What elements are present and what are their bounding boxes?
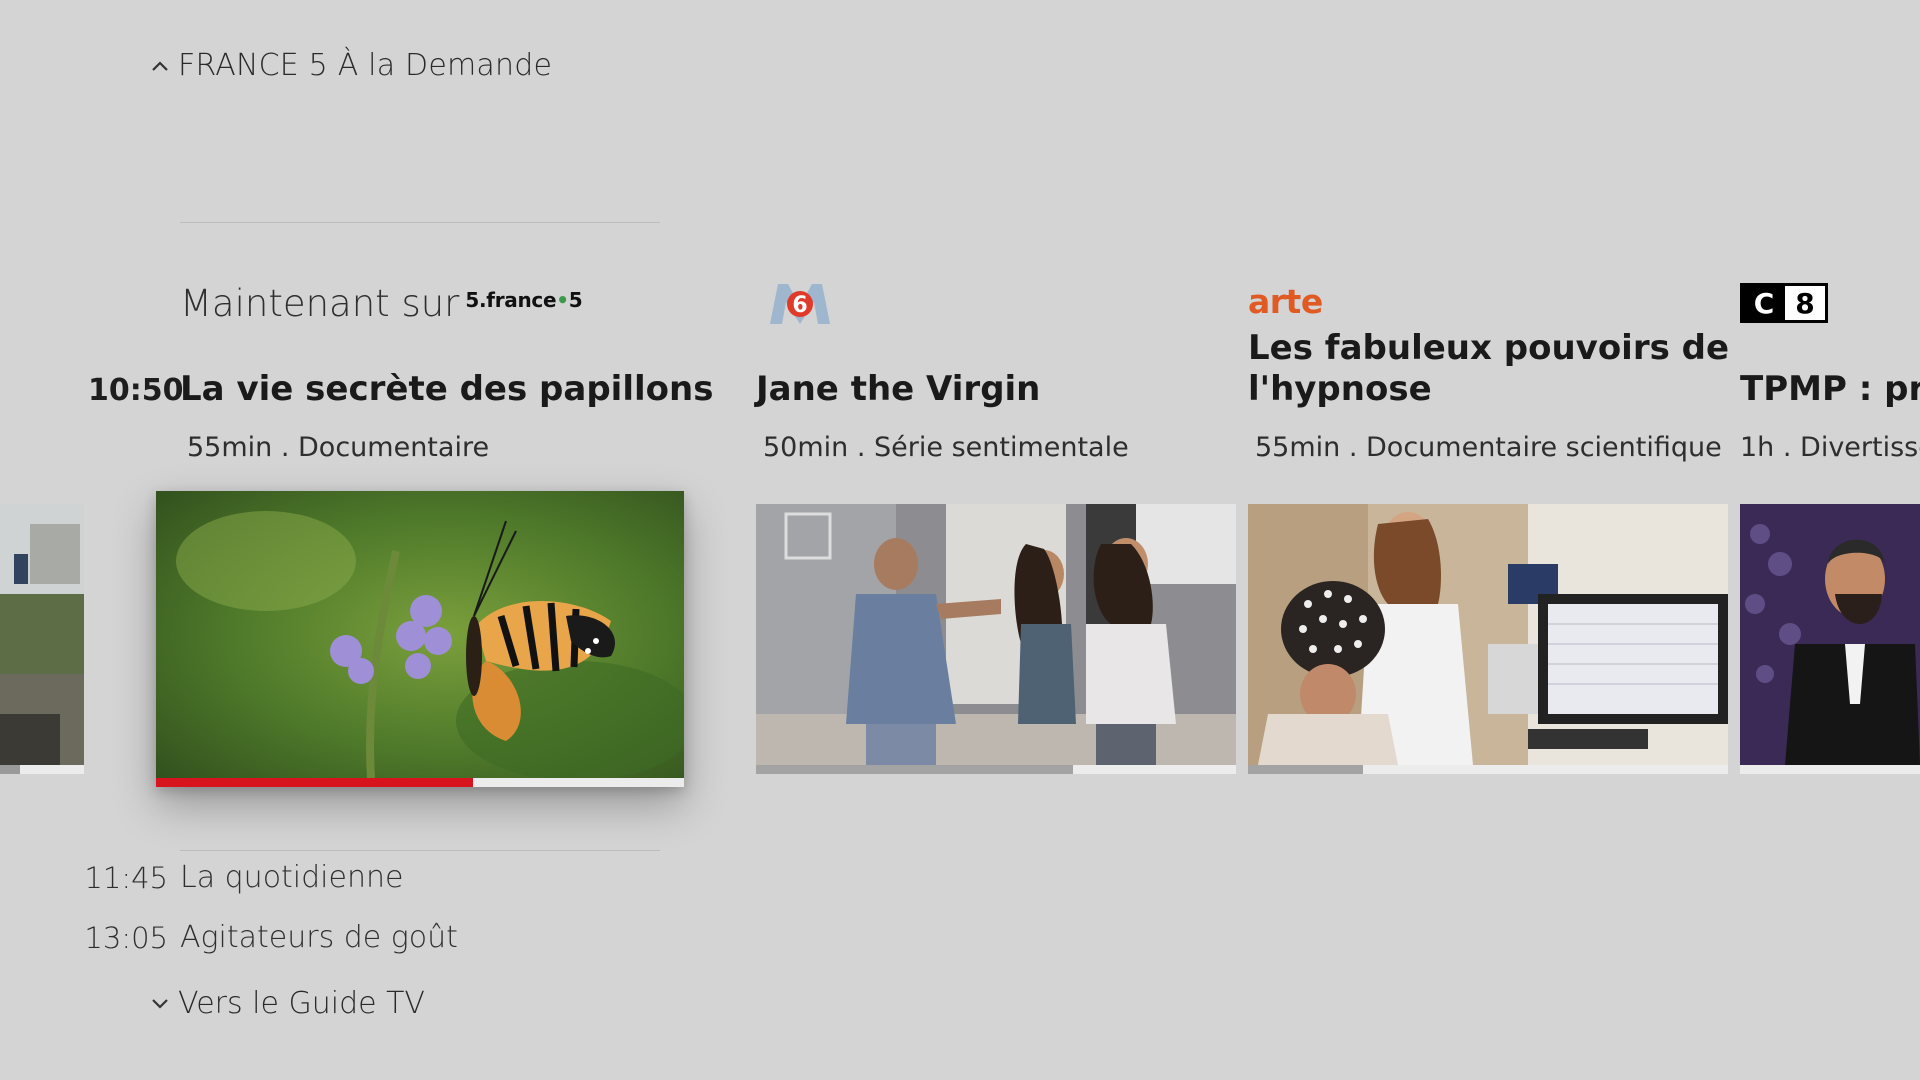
channel-2-progress-fill (1248, 765, 1364, 774)
divider-top (180, 222, 660, 223)
now-on-header: Maintenant sur 5.france•5 (180, 282, 583, 325)
show-host-image (1740, 504, 1920, 765)
schedule-title-2[interactable]: Agitateurs de goût (180, 920, 458, 955)
channel-1-meta: 50min . Série sentimentale (763, 432, 1129, 463)
prev-progress-track (0, 765, 84, 774)
channel-1-progress-fill (756, 765, 1073, 774)
street-scene-image (0, 504, 84, 774)
drama-scene-image (756, 504, 1236, 765)
nav-up-label: FRANCE 5 À la Demande (178, 48, 553, 83)
c8-logo-icon: C8 (1740, 283, 1828, 323)
current-program-card[interactable] (156, 491, 684, 787)
nav-up-replay[interactable]: FRANCE 5 À la Demande (150, 48, 552, 83)
channel-3-thumbnail[interactable] (1740, 504, 1920, 765)
current-meta: 55min . Documentaire (187, 432, 490, 463)
channel-2-meta: 55min . Documentaire scientifique (1255, 432, 1722, 463)
channel-2-title: Les fabuleux pouvoirs de l'hypnose (1248, 328, 1730, 409)
nav-down-label: Vers le Guide TV (178, 986, 425, 1021)
current-progress-fill (156, 778, 473, 787)
channel-1-thumbnail[interactable] (756, 504, 1236, 765)
channel-1-progress-track (756, 765, 1236, 774)
schedule-time-2: 13:05 (84, 921, 168, 955)
chevron-down-icon (152, 998, 168, 1009)
channel-2-progress-track (1248, 765, 1728, 774)
chevron-up-icon (152, 60, 168, 71)
channel-3-progress-track (1740, 765, 1920, 774)
nav-down-guide[interactable]: Vers le Guide TV (150, 986, 425, 1021)
schedule-time-1: 11:45 (84, 861, 168, 895)
m6-logo-icon: 6 (770, 284, 830, 324)
prev-progress-fill (0, 765, 20, 774)
svg-text:6: 6 (792, 293, 807, 318)
france5-logo-icon: 5.france•5 (465, 287, 583, 312)
butterfly-image (156, 491, 684, 778)
schedule-title-1[interactable]: La quotidienne (180, 860, 403, 895)
lab-scene-image (1248, 504, 1728, 765)
channel-3-meta: 1h . Divertisse (1740, 432, 1920, 463)
channel-2-thumbnail[interactable] (1248, 504, 1728, 765)
prev-program-thumbnail[interactable] (0, 504, 84, 774)
channel-1-title: Jane the Virgin (756, 369, 1041, 409)
channel-3-title: TPMP : pre (1740, 369, 1920, 409)
divider-bottom (180, 850, 660, 851)
arte-logo-icon: arte (1248, 282, 1323, 321)
current-title: La vie secrète des papillons (180, 369, 714, 409)
current-time: 10:50 (88, 373, 184, 408)
now-on-label: Maintenant sur (180, 282, 460, 325)
current-progress-track (156, 778, 684, 787)
